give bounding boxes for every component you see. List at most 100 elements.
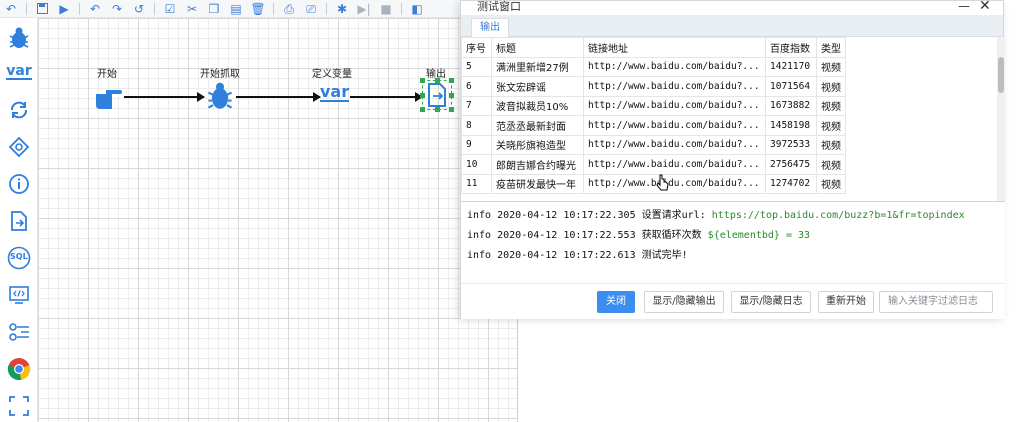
selection-handle[interactable] xyxy=(449,93,454,98)
close-icon[interactable]: ✕ xyxy=(979,0,991,14)
close-button[interactable]: 关闭 xyxy=(597,291,635,313)
minimize-button[interactable]: — xyxy=(958,0,970,13)
fullscreen-icon[interactable] xyxy=(3,390,35,422)
log-time: 2020-04-12 10:17:22.553 xyxy=(497,230,636,241)
table-cell: 视频 xyxy=(816,115,846,136)
copy-icon[interactable]: ❐ xyxy=(203,0,225,18)
table-row[interactable]: 5 满洲里新增27例 http://www.baidu.com/baidu?... 1… xyxy=(461,56,846,77)
table-cell: 1274702 xyxy=(765,173,817,194)
toolbar-divider xyxy=(154,2,155,15)
var-icon[interactable]: var xyxy=(320,84,350,102)
undo2-icon[interactable]: ↶ xyxy=(84,0,106,18)
table-cell: 10 xyxy=(461,154,492,175)
flow-canvas[interactable]: 开始 开始抓取 定义变量 var 输出 xyxy=(38,18,518,422)
table-cell: 9 xyxy=(461,134,492,155)
log-time: 2020-04-12 10:17:22.305 xyxy=(497,210,636,221)
table-header-row: 序号 标题 链接地址 百度指数 类型 xyxy=(461,37,846,58)
table-row[interactable]: 11 疫苗研发最快一年 http://www.baidu.com/baidu?...… xyxy=(461,173,846,194)
history-icon[interactable]: ↺ xyxy=(128,0,150,18)
table-row[interactable]: 7 波音拟裁员10% http://www.baidu.com/baidu?... 1… xyxy=(461,95,846,116)
table-cell: 波音拟裁员10% xyxy=(491,95,584,116)
log-line: info 2020-04-12 10:17:22.305 设置请求url: ht… xyxy=(467,206,999,226)
toggle-log-button[interactable]: 显示/隐藏日志 xyxy=(731,291,811,313)
table-scrollbar[interactable] xyxy=(997,37,1005,201)
undo-icon[interactable]: ↶ xyxy=(0,0,22,18)
log-message: 获取循环次数 xyxy=(641,230,702,241)
toolbar-divider xyxy=(79,2,80,15)
table-cell: 视频 xyxy=(816,56,846,77)
debug-icon[interactable]: ✱ xyxy=(331,0,353,18)
toolbar-divider xyxy=(273,2,274,15)
output-table-wrap: 序号 标题 链接地址 百度指数 类型 5 满洲里新增27例 http://www.b… xyxy=(461,37,997,201)
delete-icon[interactable]: 🗑 xyxy=(247,0,269,18)
log-filter-input[interactable]: 输入关键字过滤日志 xyxy=(879,291,993,313)
dialog-title-bar: 测试窗口 — ✕ xyxy=(461,0,1003,15)
loop-icon[interactable] xyxy=(3,94,35,126)
column-header[interactable]: 类型 xyxy=(816,37,846,58)
scrollbar-thumb[interactable] xyxy=(998,57,1004,93)
bug-icon[interactable] xyxy=(206,81,234,115)
toggle-output-button[interactable]: 显示/隐藏输出 xyxy=(644,291,724,313)
toolbar-divider xyxy=(26,2,27,15)
table-cell: 7 xyxy=(461,95,492,116)
column-header[interactable]: 链接地址 xyxy=(583,37,766,58)
panel-icon[interactable]: ◧ xyxy=(406,0,428,18)
selection-handle[interactable] xyxy=(449,78,454,83)
log-line: info 2020-04-12 10:17:22.613 测试完毕! xyxy=(467,246,999,266)
var-icon-text: var xyxy=(6,63,32,80)
app-window: ↶ ▶ ↶ ↷ ↺ ☑ ✂ ❐ ▤ 🗑 ⎙ ⎚ ✱ ▶| ■ ◧ var SQL… xyxy=(0,0,1024,422)
log-panel: info 2020-04-12 10:17:22.305 设置请求url: ht… xyxy=(461,201,1005,283)
output-document-icon[interactable] xyxy=(420,78,454,112)
import-icon[interactable]: ⎙ xyxy=(278,0,300,18)
print-icon[interactable]: ⎚ xyxy=(300,0,322,18)
log-time: 2020-04-12 10:17:22.613 xyxy=(497,250,636,261)
table-cell: 8 xyxy=(461,115,492,136)
file-export-icon[interactable] xyxy=(3,205,35,237)
table-cell: http://www.baidu.com/baidu?... xyxy=(583,173,766,194)
node-label-define-var: 定义变量 xyxy=(312,69,352,80)
table-cell: 1673882 xyxy=(765,95,817,116)
stop-icon[interactable]: ■ xyxy=(375,0,397,18)
select-icon[interactable]: ☑ xyxy=(159,0,181,18)
sql-icon[interactable]: SQL xyxy=(3,242,35,274)
selection-handle[interactable] xyxy=(435,107,440,112)
tab-output[interactable]: 输出 xyxy=(471,18,509,37)
bug-icon[interactable] xyxy=(3,22,35,54)
var-icon[interactable]: var xyxy=(3,56,35,88)
table-row[interactable]: 9 关晓彤旗袍造型 http://www.baidu.com/baidu?... 39… xyxy=(461,134,846,155)
code-icon[interactable] xyxy=(3,279,35,311)
table-cell: 2756475 xyxy=(765,154,817,175)
redo-icon[interactable]: ↷ xyxy=(106,0,128,18)
column-header[interactable]: 标题 xyxy=(491,37,584,58)
cut-icon[interactable]: ✂ xyxy=(181,0,203,18)
table-cell: http://www.baidu.com/baidu?... xyxy=(583,76,766,97)
table-cell: http://www.baidu.com/baidu?... xyxy=(583,115,766,136)
dialog-button-bar: 关闭 显示/隐藏输出 显示/隐藏日志 重新开始 输入关键字过滤日志 xyxy=(461,283,1005,319)
chrome-icon[interactable] xyxy=(3,353,35,385)
restart-button[interactable]: 重新开始 xyxy=(818,291,874,313)
pointing-hand-icon[interactable] xyxy=(94,82,124,116)
column-header[interactable]: 序号 xyxy=(461,37,492,58)
table-row[interactable]: 10 郎朗吉娜合约曝光 http://www.baidu.com/baidu?...… xyxy=(461,154,846,175)
table-row[interactable]: 8 范丞丞最新封面 http://www.baidu.com/baidu?... 14… xyxy=(461,115,846,136)
selection-handle[interactable] xyxy=(420,78,425,83)
table-cell: http://www.baidu.com/baidu?... xyxy=(583,56,766,77)
selection-handle[interactable] xyxy=(420,93,425,98)
node-label-start: 开始 xyxy=(97,69,117,80)
table-cell: 视频 xyxy=(816,76,846,97)
selection-handle[interactable] xyxy=(420,107,425,112)
save-icon[interactable] xyxy=(31,0,53,18)
toolbar: ↶ ▶ ↶ ↷ ↺ ☑ ✂ ❐ ▤ 🗑 ⎙ ⎚ ✱ ▶| ■ ◧ xyxy=(0,0,460,18)
settings-flow-icon[interactable] xyxy=(3,316,35,348)
step-icon[interactable]: ▶| xyxy=(353,0,375,18)
column-header[interactable]: 百度指数 xyxy=(765,37,817,58)
selection-handle[interactable] xyxy=(435,78,440,83)
info-icon[interactable] xyxy=(3,168,35,200)
flow-arrow xyxy=(236,92,321,102)
selection-handle[interactable] xyxy=(449,107,454,112)
component-sidebar: var SQL xyxy=(0,18,38,422)
condition-icon[interactable] xyxy=(3,131,35,163)
run-icon[interactable]: ▶ xyxy=(53,0,75,18)
table-row[interactable]: 6 张文宏辟谣 http://www.baidu.com/baidu?... 1071… xyxy=(461,76,846,97)
paste-icon[interactable]: ▤ xyxy=(225,0,247,18)
